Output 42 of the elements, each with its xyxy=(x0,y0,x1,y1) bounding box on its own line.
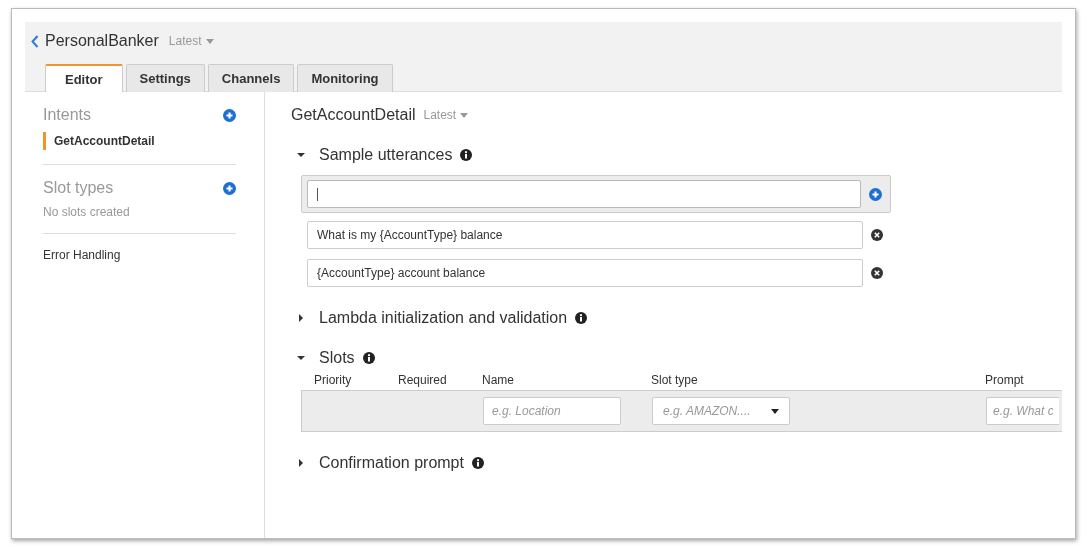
utterance-field[interactable]: What is my {AccountType} balance xyxy=(307,221,863,249)
caret-icon xyxy=(460,112,469,118)
section-title[interactable]: Confirmation prompt xyxy=(319,454,464,472)
column-header: Prompt xyxy=(985,373,1025,389)
expand-icon[interactable] xyxy=(297,459,305,467)
sidebar-heading: Slot types xyxy=(43,179,114,197)
slot-name-input[interactable]: e.g. Location xyxy=(483,397,621,425)
section-title[interactable]: Slots xyxy=(319,349,355,367)
tab[interactable]: Editor xyxy=(45,64,123,92)
add-icon[interactable] xyxy=(223,181,236,195)
utterance-field[interactable]: {AccountType} account balance xyxy=(307,259,863,287)
remove-icon[interactable] xyxy=(871,229,883,241)
tab[interactable]: Channels xyxy=(207,64,295,92)
add-icon[interactable] xyxy=(869,187,882,201)
utterance-input[interactable] xyxy=(307,180,861,208)
caret-icon xyxy=(771,408,779,414)
column-header: Priority xyxy=(314,373,353,389)
info-icon[interactable] xyxy=(460,149,473,161)
sidebar-link[interactable]: Error Handling xyxy=(43,248,236,262)
bot-title: PersonalBanker xyxy=(45,32,159,50)
info-icon[interactable] xyxy=(362,352,375,364)
tab[interactable]: Settings xyxy=(125,64,205,92)
column-header: Required xyxy=(398,373,448,389)
back-icon[interactable] xyxy=(31,34,39,48)
intent-title: GetAccountDetail xyxy=(291,106,416,124)
column-header: Slot type xyxy=(651,373,699,389)
collapse-icon[interactable] xyxy=(297,151,305,159)
add-icon[interactable] xyxy=(223,108,236,122)
sidebar-item[interactable]: GetAccountDetail xyxy=(43,132,236,150)
section-title[interactable]: Sample utterances xyxy=(319,146,453,164)
expand-icon[interactable] xyxy=(297,314,305,322)
tab[interactable]: Monitoring xyxy=(297,64,393,92)
info-icon[interactable] xyxy=(575,312,588,324)
section-title[interactable]: Lambda initialization and validation xyxy=(319,309,568,327)
column-header: Name xyxy=(482,373,515,389)
sidebar-heading: Intents xyxy=(43,106,92,124)
remove-icon[interactable] xyxy=(871,267,883,279)
collapse-icon[interactable] xyxy=(297,354,305,362)
prompt-input[interactable]: e.g. What c xyxy=(986,397,1059,425)
caret-icon xyxy=(205,38,214,44)
empty-note: No slots created xyxy=(43,205,131,219)
info-icon[interactable] xyxy=(471,457,484,469)
